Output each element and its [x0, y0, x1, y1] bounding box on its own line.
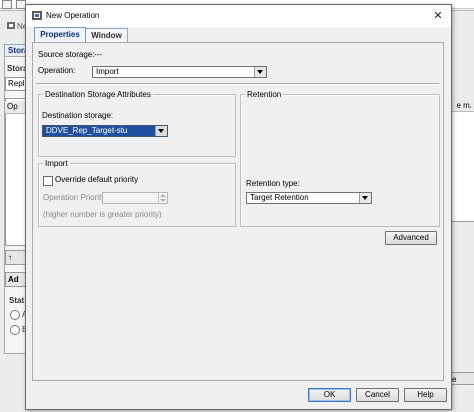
retention-group-title: Retention — [245, 90, 284, 100]
tab-properties[interactable]: Properties — [34, 27, 86, 42]
retention-type-value: Target Retention — [250, 193, 309, 202]
chevron-down-icon[interactable] — [155, 126, 167, 136]
ok-button[interactable]: OK — [308, 388, 351, 402]
retention-group: Retention Retention type: Target Retenti… — [240, 90, 440, 227]
retention-type-select[interactable]: Target Retention — [246, 192, 372, 204]
toolbar-icon[interactable] — [2, 0, 12, 9]
tab-window[interactable]: Window — [86, 28, 128, 42]
divider — [36, 83, 439, 85]
advanced-button[interactable]: Advanced — [385, 231, 437, 245]
parent-radio-a[interactable] — [10, 310, 20, 320]
parent-status-label: Stat — [9, 296, 25, 305]
destination-storage-select[interactable]: DDVE_Rep_Target-stu — [42, 125, 168, 137]
new-operation-dialog: New Operation ✕ Properties Window Source… — [25, 4, 452, 410]
dialog-title: New Operation — [46, 11, 100, 20]
retention-type-label: Retention type: — [246, 179, 300, 188]
help-button[interactable]: Help — [404, 388, 447, 402]
properties-panel: Source storage: --- Operation: Import De… — [32, 42, 444, 381]
override-priority-label: Override default priority — [55, 175, 139, 184]
chevron-down-icon[interactable] — [254, 67, 266, 77]
operation-priority-spinner[interactable] — [102, 192, 168, 204]
destination-group-title: Destination Storage Attributes — [43, 90, 153, 100]
spin-up-icon[interactable] — [160, 194, 166, 197]
dialog-titlebar[interactable]: New Operation ✕ — [26, 5, 451, 27]
parent-radio-b[interactable] — [10, 325, 20, 335]
operation-select-value: Import — [96, 67, 119, 76]
destination-storage-group: Destination Storage Attributes Destinati… — [38, 90, 236, 157]
override-priority-checkbox[interactable] — [43, 176, 53, 186]
operation-select[interactable]: Import — [92, 66, 267, 78]
operation-label: Operation: — [38, 66, 76, 75]
spinner-buttons[interactable] — [158, 193, 167, 203]
destination-storage-value: DDVE_Rep_Target-stu — [46, 126, 128, 135]
priority-hint: (higher number is greater priority) — [43, 210, 162, 219]
close-icon[interactable]: ✕ — [431, 9, 445, 23]
source-storage-value: --- — [94, 50, 102, 59]
import-group: Import Override default priority Operati… — [38, 159, 236, 227]
operation-priority-label: Operation Priority — [43, 193, 106, 202]
spin-down-icon[interactable] — [160, 199, 166, 202]
source-storage-label: Source storage: — [38, 50, 95, 59]
app-icon — [32, 11, 42, 20]
import-group-title: Import — [43, 159, 70, 169]
destination-storage-label: Destination storage: — [42, 111, 114, 120]
cancel-button[interactable]: Cancel — [356, 388, 399, 402]
chevron-down-icon[interactable] — [359, 193, 371, 203]
